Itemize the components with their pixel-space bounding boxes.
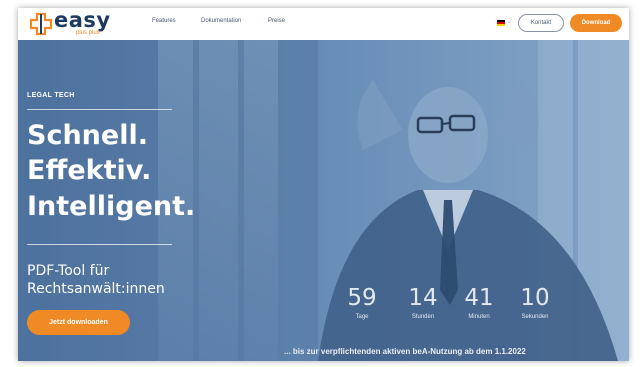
easy-logo[interactable]: easy plus plus <box>29 8 125 39</box>
hero-headline-line: Intelligent. <box>27 191 196 222</box>
hero-headline-line: Effektiv. <box>27 155 152 186</box>
kontakt-button[interactable]: Kontakt <box>518 14 564 32</box>
countdown-note: ... bis zur verpflichtenden aktiven beA-… <box>284 347 526 356</box>
site-header: easy plus plus Features Dokumentation Pr… <box>18 8 629 40</box>
countdown-value: 10 <box>520 285 550 311</box>
countdown-label: Tage <box>355 314 369 320</box>
countdown-label: Sekunden <box>521 314 549 320</box>
jetzt-downloaden-button[interactable]: Jetzt downloaden <box>27 310 130 335</box>
hero-subline: PDF-Tool für <box>27 263 110 279</box>
countdown-hours: 14 Stunden <box>398 284 448 321</box>
download-button[interactable]: Download <box>570 14 622 32</box>
countdown-value: 14 <box>408 285 438 311</box>
hero-subline: Rechtsanwält:innen <box>27 281 165 297</box>
logo-text: easy <box>54 8 111 32</box>
hero-section: LEGAL TECH Schnell. Effektiv. Intelligen… <box>18 40 629 361</box>
nav-dokumentation[interactable]: Dokumentation <box>201 18 241 24</box>
nav-features[interactable]: Features <box>152 18 176 24</box>
divider <box>27 109 172 110</box>
countdown-value: 41 <box>464 285 494 311</box>
logo-subtitle: plus plus <box>76 30 100 36</box>
countdown-seconds: 10 Sekunden <box>510 284 560 321</box>
logo-cross-icon <box>29 12 53 36</box>
browser-page: easy plus plus Features Dokumentation Pr… <box>18 8 629 361</box>
hero-headline-line: Schnell. <box>27 120 148 151</box>
nav-preise[interactable]: Preise <box>268 18 285 24</box>
countdown-minutes: 41 Minuten <box>454 284 504 321</box>
divider <box>27 244 172 245</box>
hero-tagline: LEGAL TECH <box>27 92 75 99</box>
countdown-label: Stunden <box>411 314 435 320</box>
german-flag-icon[interactable] <box>497 20 505 26</box>
countdown-value: 59 <box>347 285 377 311</box>
countdown-days: 59 Tage <box>337 284 387 321</box>
countdown-label: Minuten <box>468 314 490 320</box>
chevron-down-icon[interactable]: ⌄ <box>507 18 512 25</box>
